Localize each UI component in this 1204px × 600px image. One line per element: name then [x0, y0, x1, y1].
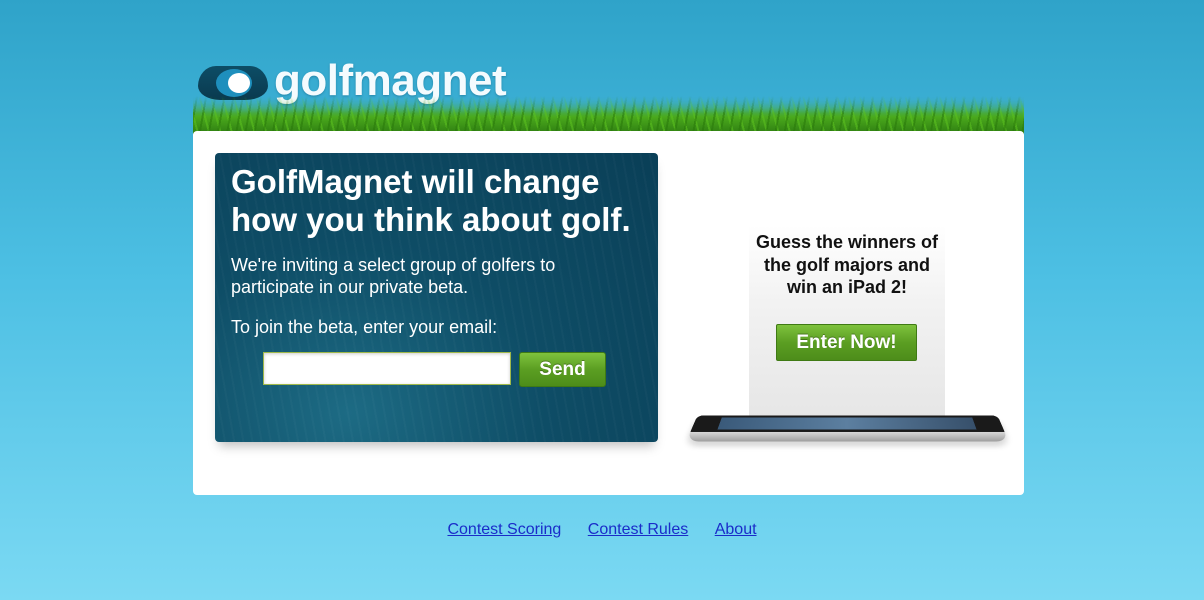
- tablet-screen: [717, 417, 977, 430]
- invite-text: We're inviting a select group of golfers…: [231, 255, 556, 297]
- grass-banner: [193, 96, 1024, 134]
- beta-signup-panel: GolfMagnet will change how you think abo…: [215, 153, 658, 442]
- footer-links: Contest Scoring Contest Rules About: [0, 521, 1204, 539]
- tablet-device-icon: [686, 415, 1009, 442]
- headline: GolfMagnet will change how you think abo…: [231, 163, 631, 238]
- golf-ball-magnet-icon: [198, 66, 268, 100]
- contest-text: Guess the winners of the golf majors and…: [755, 232, 939, 297]
- join-prompt: To join the beta, enter your email:: [231, 317, 498, 337]
- email-input[interactable]: [263, 352, 511, 385]
- enter-now-button[interactable]: Enter Now!: [776, 324, 917, 361]
- contest-rules-link[interactable]: Contest Rules: [588, 521, 689, 538]
- contest-scoring-link[interactable]: Contest Scoring: [447, 521, 561, 538]
- tablet-edge: [686, 431, 1009, 442]
- about-link[interactable]: About: [715, 521, 757, 538]
- contest-panel: Guess the winners of the golf majors and…: [749, 225, 945, 420]
- send-button[interactable]: Send: [519, 352, 606, 387]
